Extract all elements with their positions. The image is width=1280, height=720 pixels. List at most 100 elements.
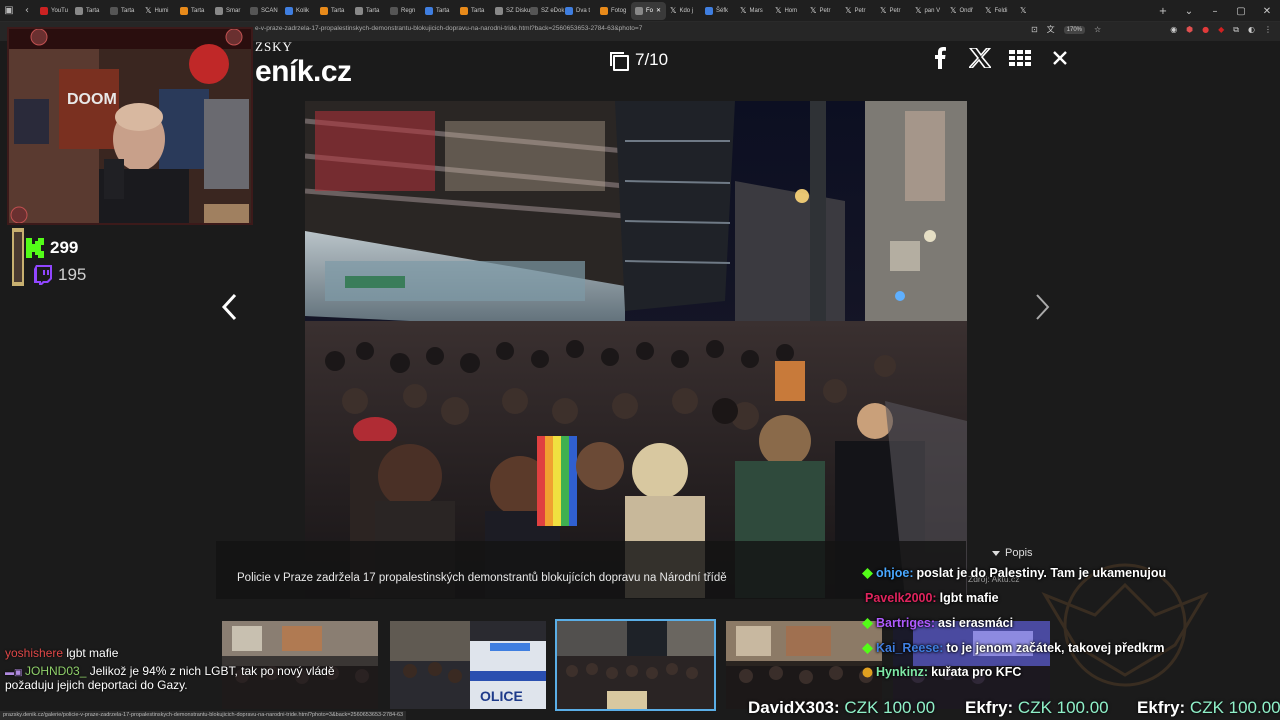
browser-tab[interactable]: Tarta <box>176 2 211 20</box>
browser-tab[interactable]: Fo ✕ <box>631 1 666 20</box>
browser-tab[interactable]: 𝕏 <box>1016 2 1051 20</box>
site-icon <box>355 6 363 15</box>
chat-message-left: ▬▣ JOHND03_ Jelikož je 94% z nich LGBT, … <box>5 664 335 678</box>
browser-tab[interactable]: 𝕏 Feldi <box>981 2 1016 20</box>
browser-tab[interactable]: 𝕏 Humi <box>141 2 176 20</box>
green-gem-icon <box>862 567 873 579</box>
browser-tab[interactable]: Dva t <box>561 2 596 20</box>
browser-tab[interactable]: Tarta <box>106 2 141 20</box>
tab-label: Mars <box>749 7 763 14</box>
screenshot-icon[interactable]: ⊡ <box>1031 25 1038 34</box>
close-tab-icon[interactable]: ✕ <box>656 7 661 14</box>
zoom-level[interactable]: 170% <box>1063 25 1086 34</box>
grid-icon[interactable] <box>1008 46 1032 70</box>
browser-tab[interactable]: Tarta <box>456 2 491 20</box>
new-tab-button[interactable]: + <box>1150 6 1176 17</box>
chat-username[interactable]: Bartriges: <box>876 616 935 630</box>
screen: ▣ ‹ YouTu Tarta Tarta 𝕏 Humi Tarta Smar SCAN Kol… <box>0 0 1280 720</box>
chat-message-left: yoshishere lgbt mafie <box>5 646 118 660</box>
close-window-button[interactable]: ✕ <box>1254 6 1280 17</box>
thumbnail-2[interactable]: OLICE <box>390 621 546 709</box>
x-icon: 𝕏 <box>145 5 152 15</box>
thumbnail-4[interactable] <box>726 621 882 709</box>
chat-text: to je jenom začátek, takovej předkrm <box>946 641 1165 655</box>
browser-tab[interactable]: Tarta <box>351 2 386 20</box>
chat-username[interactable]: Kai_Reese: <box>876 641 943 655</box>
browser-tab[interactable]: SCAN <box>246 2 281 20</box>
gallery-icon <box>610 51 629 71</box>
browser-tab[interactable]: Regn <box>386 2 421 20</box>
extension-pin-icon[interactable]: ● <box>1202 25 1209 34</box>
tab-label: Dva t <box>576 7 591 14</box>
browser-tab[interactable]: 𝕏 Hom <box>771 2 806 20</box>
browser-tab[interactable]: 𝕏 Petr <box>876 2 911 20</box>
site-logo[interactable]: eník.cz <box>255 55 352 89</box>
chat-username[interactable]: Pavelk2000: <box>865 591 937 605</box>
site-icon <box>600 6 608 15</box>
donation-amount: CZK 100.00 <box>844 698 936 717</box>
browser-tab[interactable]: Smar <box>211 2 246 20</box>
x-icon: 𝕏 <box>1020 5 1027 15</box>
chat-username[interactable]: JOHND03_ <box>25 664 86 678</box>
extension-record-icon[interactable]: ◆ <box>1218 25 1224 34</box>
tab-label: Tarta <box>366 7 380 14</box>
browser-tab[interactable]: Tarta <box>316 2 351 20</box>
browser-tab[interactable]: 𝕏 Mars <box>736 2 771 20</box>
chat-message: ohjoe: poslat je do Palestiny. Tam je uka… <box>862 566 1166 580</box>
browser-tab[interactable]: SZ eDok <box>526 2 564 20</box>
browser-tab[interactable]: YouTu <box>36 2 71 20</box>
site-icon <box>285 6 293 15</box>
minimize-button[interactable]: – <box>1202 6 1228 17</box>
site-icon <box>530 6 538 15</box>
translate-icon[interactable]: 文 <box>1047 24 1055 35</box>
browser-tab[interactable]: 𝕏 Petr <box>806 2 841 20</box>
kick-viewer-count: 299 <box>50 238 79 257</box>
tab-label: Petr <box>854 7 866 14</box>
profile-icon[interactable]: ◐ <box>1248 25 1255 34</box>
chat-text: kuřata pro KFC <box>931 665 1022 679</box>
browser-tab[interactable]: Kolik <box>281 2 316 20</box>
previous-photo-button[interactable] <box>219 292 239 322</box>
browser-tab[interactable]: Tarta <box>71 2 106 20</box>
description-toggle[interactable]: Popis <box>992 547 1033 559</box>
crowd-street-photo <box>305 101 967 598</box>
extension-icon[interactable]: ◉ <box>1170 25 1177 34</box>
x-icon[interactable] <box>968 46 992 70</box>
maximize-button[interactable]: ▢ <box>1228 6 1254 17</box>
chat-username[interactable]: Hynkinz: <box>876 665 928 679</box>
browser-tab[interactable]: 𝕏pan V <box>911 2 946 20</box>
tab-search-icon[interactable]: ⌄ <box>1176 6 1202 17</box>
tab-label: pan V <box>924 7 941 14</box>
browser-tab[interactable]: Fotog <box>596 2 631 20</box>
extensions-puzzle-icon[interactable]: ⧉ <box>1233 25 1239 35</box>
status-bar-url: prazsky.denik.cz/galerie/policie-v-praze… <box>0 711 407 720</box>
close-icon[interactable] <box>1048 46 1072 70</box>
description-toggle-label: Popis <box>1005 547 1033 559</box>
menu-dots-icon[interactable]: ⋮ <box>1264 25 1272 34</box>
chat-username[interactable]: ohjoe: <box>876 566 914 580</box>
tab-scroll-left-icon[interactable]: ‹ <box>18 0 36 22</box>
next-photo-button[interactable] <box>1033 292 1053 322</box>
chat-username[interactable]: yoshishere <box>5 646 63 660</box>
main-photo[interactable] <box>305 101 967 598</box>
thumbnail-3-selected[interactable] <box>555 619 716 711</box>
site-icon <box>250 6 258 15</box>
chat-message: Pavelk2000: lgbt mafie <box>862 591 999 605</box>
browser-tab[interactable]: SZ Disku <box>491 2 530 20</box>
url-text[interactable]: e-v-praze-zadrzela-17-propalestinskych-d… <box>255 25 642 32</box>
thumbnail-image <box>557 621 714 709</box>
browser-tab[interactable]: 𝕏 Petr <box>841 2 876 20</box>
browser-tab[interactable]: Šéfk <box>701 2 736 20</box>
tab-label: Šéfk <box>716 7 729 14</box>
browser-tab[interactable]: 𝕏 Ondř <box>946 2 981 20</box>
gallery-header-actions <box>928 46 1072 70</box>
bookmark-star-icon[interactable]: ☆ <box>1094 25 1101 34</box>
tab-label: Tarta <box>436 7 450 14</box>
facebook-icon[interactable] <box>928 46 952 70</box>
browser-tab[interactable]: Tarta <box>421 2 456 20</box>
tab-actions-icon[interactable]: ▣ <box>0 0 18 22</box>
browser-tab[interactable]: 𝕏 Kdo j <box>666 2 701 20</box>
extension-red-icon[interactable]: ⬢ <box>1186 25 1193 34</box>
chat-text: požaduju jejich deportaci do Gazy. <box>5 678 188 692</box>
tab-label: Ondř <box>959 7 973 14</box>
